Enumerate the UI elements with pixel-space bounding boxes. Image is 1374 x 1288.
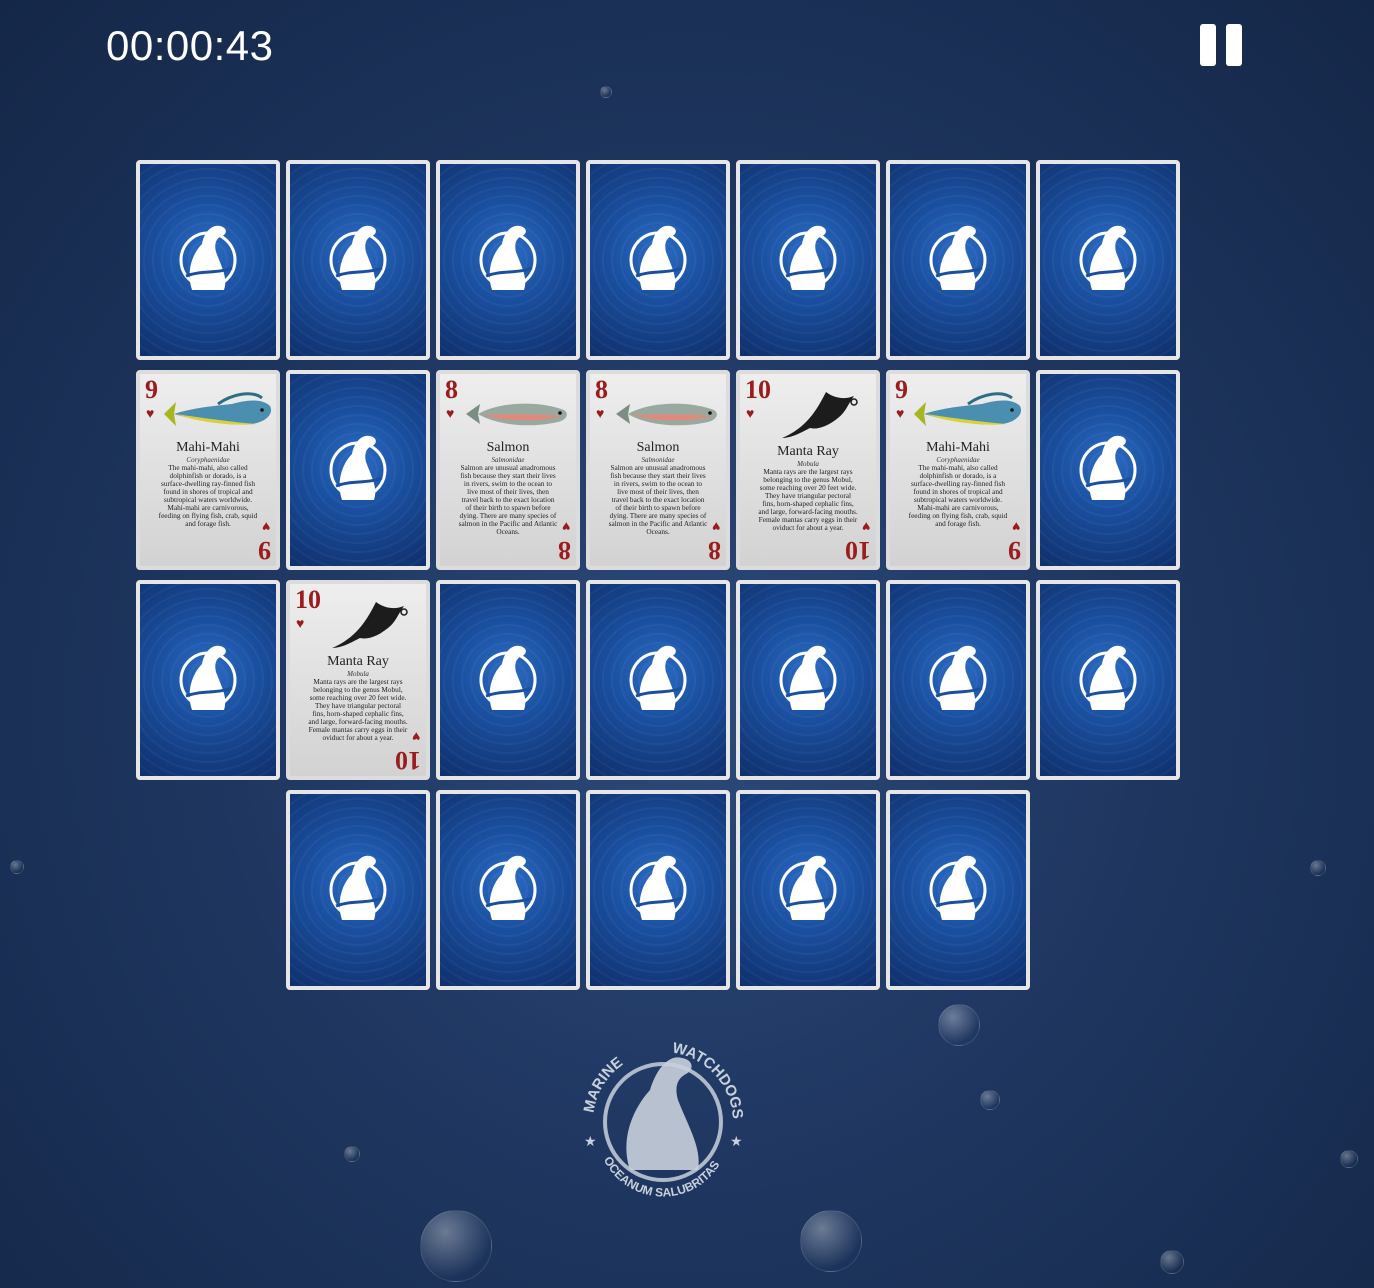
- pause-icon-bar-right: [1226, 24, 1242, 66]
- salmon-icon: [466, 403, 567, 426]
- card-rank: 8: [558, 536, 571, 565]
- heart-suit-icon: ♥: [411, 729, 420, 745]
- mahi-mahi-icon: [164, 392, 272, 426]
- heart-suit-icon: ♥: [711, 519, 720, 535]
- card-description: Salmon are unusual anadromous fish becau…: [458, 463, 558, 536]
- heart-suit-icon: ♥: [896, 405, 905, 421]
- card-back-logo-icon: [929, 225, 987, 290]
- card-facedown[interactable]: [286, 370, 430, 570]
- card-description: Manta rays are the largest rays belongin…: [308, 677, 408, 742]
- svg-text:WATCHDOGS: WATCHDOGS: [671, 1040, 746, 1120]
- card-rank: 10: [395, 746, 421, 775]
- mahi-mahi-icon: [914, 392, 1022, 426]
- card-facedown[interactable]: [586, 580, 730, 780]
- card-faceup[interactable]: 10 ♥ Manta Ray Mobula Manta rays are the…: [286, 580, 430, 780]
- card-rank: 9: [1008, 536, 1021, 565]
- card-facedown[interactable]: [736, 580, 880, 780]
- card-facedown[interactable]: [586, 160, 730, 360]
- card-rank: 8: [595, 375, 608, 404]
- card-back-logo-icon: [179, 225, 237, 290]
- card-back-logo-icon: [929, 645, 987, 710]
- heart-suit-icon: ♥: [596, 405, 605, 421]
- card-facedown[interactable]: [286, 790, 430, 990]
- card-facedown[interactable]: [586, 790, 730, 990]
- card-description: The mahi-mahi, also called dolphinfish o…: [908, 463, 1008, 528]
- heart-suit-icon: ♥: [861, 519, 870, 535]
- card-rank: 8: [708, 536, 721, 565]
- manta-ray-icon: [332, 602, 408, 648]
- card-title: Salmon: [636, 440, 680, 455]
- card-facedown[interactable]: [736, 790, 880, 990]
- card-rank: 8: [445, 375, 458, 404]
- card-facedown[interactable]: [436, 790, 580, 990]
- card-back-logo-icon: [629, 855, 687, 920]
- card-grid: 9 ♥ Mahi-Mahi Coryphaenidae The mahi-mah…: [136, 160, 1182, 992]
- card-back-logo-icon: [1079, 645, 1137, 710]
- pause-icon-bar-left: [1200, 24, 1216, 66]
- card-facedown[interactable]: [436, 580, 580, 780]
- card-facedown[interactable]: [886, 160, 1030, 360]
- card-back-logo-icon: [779, 855, 837, 920]
- card-faceup[interactable]: 8 ♥ Salmon Salmonidae Salmon are unusual…: [586, 370, 730, 570]
- card-facedown[interactable]: [1036, 370, 1180, 570]
- card-back-logo-icon: [479, 225, 537, 290]
- card-back-logo-icon: [779, 225, 837, 290]
- card-rank: 9: [895, 375, 908, 404]
- manta-ray-icon: [782, 392, 858, 438]
- card-rank: 10: [845, 536, 871, 565]
- card-facedown[interactable]: [1036, 580, 1180, 780]
- card-title: Manta Ray: [777, 444, 839, 459]
- card-back-logo-icon: [929, 855, 987, 920]
- card-back-logo-icon: [479, 645, 537, 710]
- heart-suit-icon: ♥: [746, 405, 755, 421]
- heart-suit-icon: ♥: [146, 405, 155, 421]
- card-facedown[interactable]: [136, 160, 280, 360]
- card-description: Salmon are unusual anadromous fish becau…: [608, 463, 708, 536]
- heart-suit-icon: ♥: [261, 519, 270, 535]
- heart-suit-icon: ♥: [446, 405, 455, 421]
- card-title: Mahi-Mahi: [176, 440, 240, 455]
- card-back-logo-icon: [179, 645, 237, 710]
- card-faceup[interactable]: 8 ♥ Salmon Salmonidae Salmon are unusual…: [436, 370, 580, 570]
- card-back-logo-icon: [1079, 435, 1137, 500]
- card-facedown[interactable]: [736, 160, 880, 360]
- salmon-icon: [616, 403, 717, 426]
- heart-suit-icon: ♥: [1011, 519, 1020, 535]
- pause-button[interactable]: [1200, 24, 1244, 66]
- card-back-logo-icon: [1079, 225, 1137, 290]
- card-facedown[interactable]: [286, 160, 430, 360]
- heart-suit-icon: ♥: [561, 519, 570, 535]
- card-back-logo-icon: [479, 855, 537, 920]
- card-rank: 9: [258, 536, 271, 565]
- elapsed-timer: 00:00:43: [106, 22, 274, 69]
- card-faceup[interactable]: 9 ♥ Mahi-Mahi Coryphaenidae The mahi-mah…: [886, 370, 1030, 570]
- card-facedown[interactable]: [1036, 160, 1180, 360]
- card-back-logo-icon: [629, 645, 687, 710]
- card-description: Manta rays are the largest rays belongin…: [758, 467, 858, 532]
- card-facedown[interactable]: [136, 580, 280, 780]
- marine-watchdogs-logo: MARINE WATCHDOGS OCEANUM SALUBRITAS ★ ★: [581, 1040, 746, 1200]
- card-back-logo-icon: [329, 855, 387, 920]
- card-back-logo-icon: [329, 225, 387, 290]
- card-faceup[interactable]: 10 ♥ Manta Ray Mobula Manta rays are the…: [736, 370, 880, 570]
- star-icon: ★: [730, 1133, 743, 1149]
- card-description: The mahi-mahi, also called dolphinfish o…: [158, 463, 258, 528]
- card-facedown[interactable]: [886, 790, 1030, 990]
- star-icon: ★: [584, 1133, 597, 1149]
- logo-text-right: WATCHDOGS: [671, 1040, 746, 1120]
- card-back-logo-icon: [779, 645, 837, 710]
- card-facedown[interactable]: [886, 580, 1030, 780]
- card-back-logo-icon: [629, 225, 687, 290]
- card-faceup[interactable]: 9 ♥ Mahi-Mahi Coryphaenidae The mahi-mah…: [136, 370, 280, 570]
- heart-suit-icon: ♥: [296, 615, 305, 631]
- card-back-logo-icon: [329, 435, 387, 500]
- card-rank: 9: [145, 375, 158, 404]
- card-title: Mahi-Mahi: [926, 440, 990, 455]
- card-facedown[interactable]: [436, 160, 580, 360]
- card-title: Salmon: [486, 440, 530, 455]
- card-title: Manta Ray: [327, 654, 389, 669]
